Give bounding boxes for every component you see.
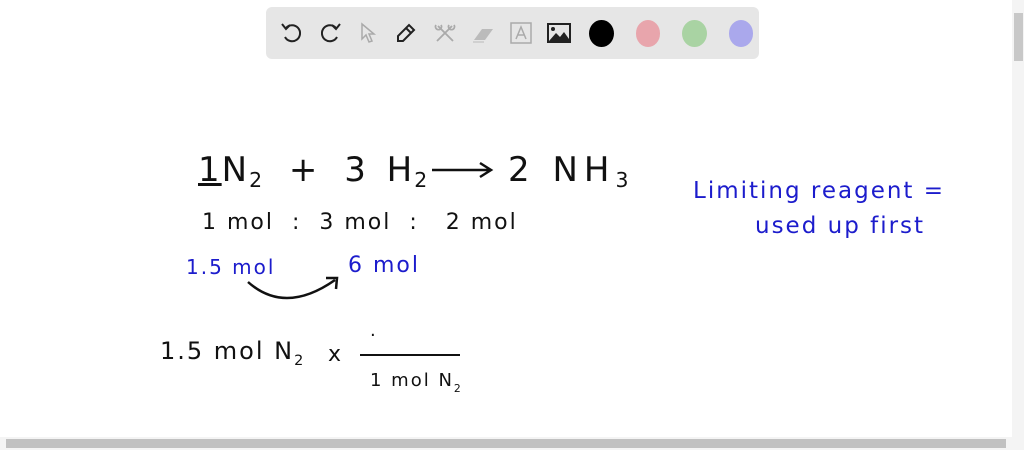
mole-ratio: 1 mol : 3 mol : 2 mol: [202, 210, 518, 235]
redo-icon: [321, 23, 341, 43]
text-button[interactable]: [507, 18, 535, 49]
color-black[interactable]: [589, 19, 614, 47]
note-line-1: Limiting reagent =: [693, 178, 946, 204]
eraser-button[interactable]: [469, 18, 497, 49]
undo-icon: [281, 23, 302, 43]
select-icon: [361, 22, 377, 43]
denominator: 1 mol N2: [370, 370, 463, 395]
coef-n2: 1: [198, 150, 222, 190]
select-button[interactable]: [354, 18, 382, 49]
plus: +: [288, 150, 320, 190]
note-line-2: used up first: [755, 213, 926, 239]
calc-left-text: 1.5 mol N: [160, 337, 295, 365]
eraser-icon: [472, 29, 493, 43]
nh3: NH: [552, 150, 616, 190]
color-purple[interactable]: [728, 19, 753, 47]
product: 2 NH3: [508, 150, 630, 192]
numerator: ·: [370, 325, 378, 346]
horizontal-scroll-thumb[interactable]: [6, 439, 1006, 448]
sub: 2: [414, 168, 430, 192]
chemical-equation: 1N2 + 3 H2: [198, 150, 429, 192]
color-pink[interactable]: [635, 19, 660, 47]
times-sign: x: [328, 342, 344, 367]
vertical-scroll-thumb[interactable]: [1014, 13, 1023, 61]
coef-h2: 3: [344, 150, 368, 190]
sub: 2: [453, 382, 463, 395]
tools-button[interactable]: [431, 18, 459, 49]
undo-button[interactable]: [278, 18, 306, 49]
result-moles: 6 mol: [348, 253, 420, 278]
coef-nh3: 2: [508, 150, 532, 190]
redo-button[interactable]: [316, 18, 344, 49]
conversion-arrow: [247, 276, 339, 300]
horizontal-scrollbar[interactable]: [0, 437, 1024, 450]
h2: H: [386, 150, 415, 190]
text-icon: [510, 22, 532, 44]
calc-den-text: 1 mol N: [370, 370, 454, 391]
vertical-scrollbar[interactable]: [1012, 0, 1024, 437]
pen-icon: [397, 23, 416, 42]
color-green[interactable]: [682, 19, 707, 47]
sub: 3: [615, 168, 631, 192]
image-button[interactable]: [545, 18, 573, 49]
sub: 2: [294, 353, 306, 369]
pen-button[interactable]: [392, 18, 420, 49]
calc-left: 1.5 mol N2: [160, 337, 305, 369]
drawing-toolbar: [266, 7, 759, 59]
fraction-bar: [360, 354, 460, 356]
n2: N: [221, 150, 250, 190]
reaction-arrow: [432, 161, 494, 179]
sub: 2: [249, 168, 265, 192]
tools-icon: [434, 24, 455, 42]
image-icon: [546, 23, 571, 43]
